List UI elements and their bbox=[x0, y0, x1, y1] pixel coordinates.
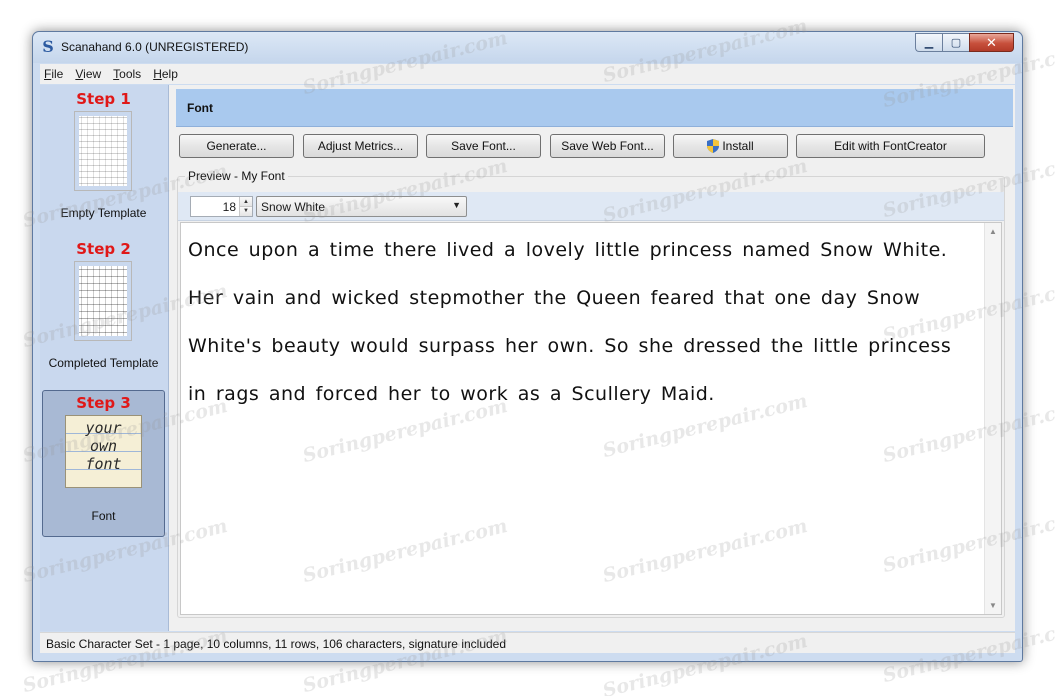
font-preview-area[interactable]: Once upon a time there lived a lovely li… bbox=[180, 222, 1002, 615]
status-text: Basic Character Set - 1 page, 10 columns… bbox=[46, 637, 507, 651]
window-title: Scanahand 6.0 (UNREGISTERED) bbox=[61, 40, 249, 54]
title-bar[interactable]: S Scanahand 6.0 (UNREGISTERED) ▁ ▢ ✕ bbox=[33, 32, 1022, 63]
generate-button[interactable]: Generate... bbox=[179, 134, 294, 158]
empty-template-thumbnail bbox=[74, 111, 132, 191]
uac-shield-icon bbox=[707, 139, 720, 153]
spin-up-icon[interactable]: ▲ bbox=[240, 197, 252, 207]
save-web-font-button[interactable]: Save Web Font... bbox=[550, 134, 665, 158]
step-label: Font bbox=[91, 509, 116, 523]
font-thumbnail: your own font bbox=[65, 415, 142, 488]
preview-group: Preview - My Font 18 ▲ ▼ Snow White ▼ On… bbox=[177, 169, 1005, 618]
menu-help[interactable]: Help bbox=[147, 67, 184, 81]
scroll-up-icon[interactable]: ▲ bbox=[985, 223, 1001, 240]
spin-down-icon[interactable]: ▼ bbox=[240, 207, 252, 216]
font-panel: Font Generate... Adjust Metrics... Save … bbox=[170, 85, 1015, 631]
install-button[interactable]: Install bbox=[673, 134, 788, 158]
step-title: Step 2 bbox=[76, 240, 131, 258]
scroll-down-icon[interactable]: ▼ bbox=[985, 597, 1001, 614]
adjust-metrics-button[interactable]: Adjust Metrics... bbox=[303, 134, 418, 158]
close-button[interactable]: ✕ bbox=[969, 33, 1014, 52]
preview-scrollbar[interactable]: ▲ ▼ bbox=[984, 223, 1001, 614]
app-window: S Scanahand 6.0 (UNREGISTERED) ▁ ▢ ✕ Fil… bbox=[32, 31, 1023, 662]
step-label: Completed Template bbox=[48, 356, 159, 370]
maximize-button[interactable]: ▢ bbox=[942, 33, 969, 52]
step-1-empty-template[interactable]: Step 1 Empty Template bbox=[42, 87, 165, 234]
minimize-icon: ▁ bbox=[924, 37, 934, 49]
font-toolbar: Generate... Adjust Metrics... Save Font.… bbox=[179, 134, 1015, 158]
step-label: Empty Template bbox=[60, 206, 147, 220]
window-controls: ▁ ▢ ✕ bbox=[915, 33, 1014, 52]
menu-file[interactable]: File bbox=[40, 67, 69, 81]
save-font-button[interactable]: Save Font... bbox=[426, 134, 541, 158]
panel-header: Font bbox=[176, 89, 1013, 127]
content-area: Step 1 Empty Template Step 2 Completed T… bbox=[40, 85, 1015, 631]
menu-view[interactable]: View bbox=[69, 67, 107, 81]
status-bar: Basic Character Set - 1 page, 10 columns… bbox=[40, 632, 1015, 653]
scanahand-s-icon: S bbox=[42, 37, 54, 56]
menu-bar: File View Tools Help bbox=[40, 64, 1015, 84]
minimize-button[interactable]: ▁ bbox=[915, 33, 942, 52]
step-title: Step 1 bbox=[76, 90, 131, 108]
sample-text-selected: Snow White bbox=[261, 200, 326, 214]
step-3-font[interactable]: Step 3 your own font Font bbox=[42, 390, 165, 537]
preview-controls: 18 ▲ ▼ Snow White ▼ bbox=[178, 192, 1004, 221]
preview-group-label: Preview - My Font bbox=[185, 169, 288, 183]
steps-sidebar: Step 1 Empty Template Step 2 Completed T… bbox=[40, 85, 169, 631]
step-2-completed-template[interactable]: Step 2 Completed Template bbox=[42, 237, 165, 384]
sample-text-dropdown[interactable]: Snow White ▼ bbox=[256, 196, 467, 217]
preview-text: Once upon a time there lived a lovely li… bbox=[188, 239, 952, 405]
completed-template-thumbnail bbox=[74, 261, 132, 341]
spinner-buttons: ▲ ▼ bbox=[239, 197, 252, 216]
chevron-down-icon: ▼ bbox=[452, 200, 461, 210]
menu-tools[interactable]: Tools bbox=[107, 67, 147, 81]
close-icon: ✕ bbox=[986, 34, 997, 50]
panel-title: Font bbox=[187, 101, 213, 115]
font-size-value: 18 bbox=[222, 200, 236, 214]
font-size-spinner[interactable]: 18 ▲ ▼ bbox=[190, 196, 253, 217]
maximize-icon: ▢ bbox=[950, 37, 962, 49]
edit-with-fontcreator-button[interactable]: Edit with FontCreator bbox=[796, 134, 985, 158]
step-title: Step 3 bbox=[76, 394, 131, 412]
